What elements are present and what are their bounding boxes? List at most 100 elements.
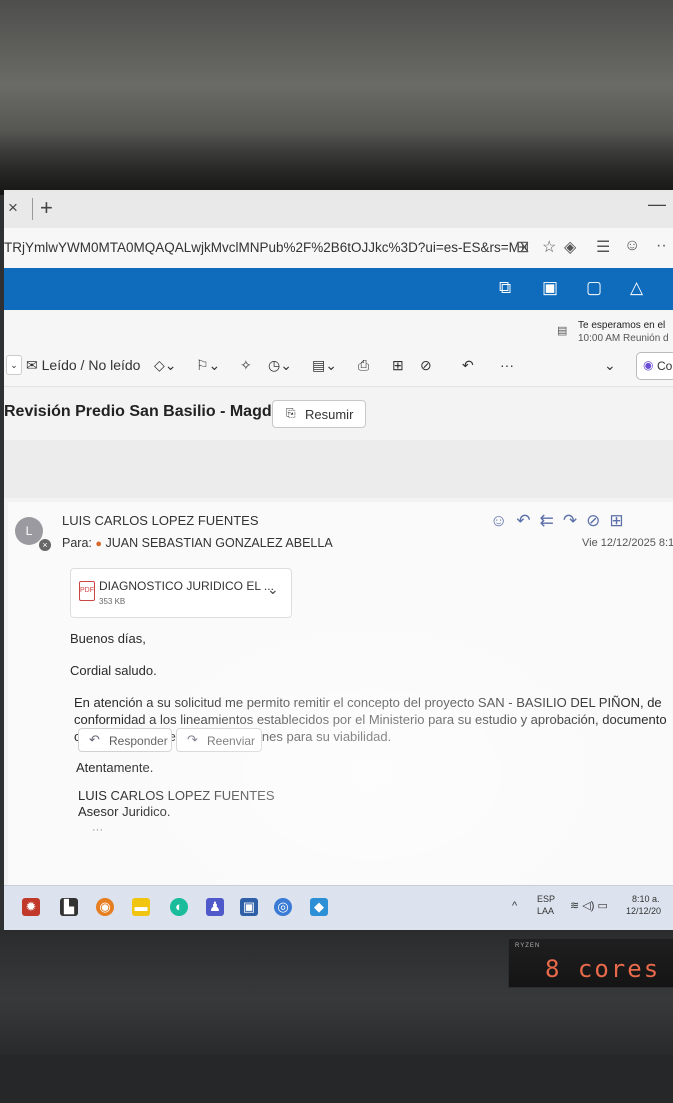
signature-title: Asesor Juridico. [78, 804, 171, 819]
print-icon[interactable]: ⎙ [358, 357, 369, 374]
read-unread-button[interactable]: ✉ Leído / No leído [26, 357, 140, 374]
attachment-name: DIAGNOSTICO JURIDICO EL ... [99, 579, 274, 593]
more-options-icon[interactable]: ··· [500, 357, 514, 373]
message-actions: ☺ ↶ ⇇ ↷ ⊘ ⊞ [490, 511, 633, 531]
tab-separator [32, 198, 33, 220]
address-bar[interactable]: TRjYmlwYWM0MTA0MQAQALwjkMvclMNPub%2F%2B6… [4, 228, 673, 269]
feedback-icon[interactable]: ▢ [586, 278, 602, 298]
reply-all-icon[interactable]: ⇇ [540, 511, 554, 530]
forward-arrow-icon: ↷ [187, 732, 198, 747]
summarize-label: Resumir [305, 407, 354, 422]
rules-icon[interactable]: ▤⌄ [312, 357, 337, 374]
reply-label: Responder [109, 734, 168, 748]
sender-name[interactable]: LUIS CARLOS LOPEZ FUENTES [62, 513, 259, 528]
taskbar-app-icon[interactable]: ✹ [22, 898, 40, 916]
attachment-chevron-down-icon[interactable]: ⌄ [267, 581, 279, 598]
badge-text: 8 cores [545, 955, 661, 983]
tab-close-icon[interactable]: × [8, 198, 18, 218]
clock-time[interactable]: 8:10 a. [632, 894, 660, 904]
view-dropdown-chevron-icon[interactable]: ⌄ [604, 357, 616, 374]
email-message-card: L × LUIS CARLOS LOPEZ FUENTES Para: ● JU… [8, 502, 673, 930]
reply-arrow-icon: ↶ [89, 732, 100, 747]
input-language-top[interactable]: ESP [537, 894, 555, 904]
forward-icon[interactable]: ↷ [563, 511, 577, 530]
recipient-name[interactable]: JUAN SEBASTIAN GONZALEZ ABELLA [106, 536, 333, 550]
event-title: Te esperamos en el [578, 320, 666, 331]
undo-icon[interactable]: ↶ [462, 357, 474, 374]
taskbar-store-icon[interactable]: ◆ [310, 898, 328, 916]
copilot-icon: ◉ [643, 358, 654, 372]
taskbar-teams-icon[interactable]: ♟ [206, 898, 224, 916]
attachment-card[interactable]: PDF DIAGNOSTICO JURIDICO EL ... 353 KB ⌄ [70, 568, 292, 618]
browser-tab-bar: × + — [4, 190, 673, 228]
windows-taskbar: ✹ ▙ ◉ ▬ ◐ ♟ ▣ ◎ ◆ ^ ESP LAA ≋ ◁) ▭ 8:10 … [4, 885, 673, 930]
addin-icon[interactable]: ⊘ [586, 511, 600, 530]
read-unread-label: Leído / No leído [41, 357, 141, 373]
signature-name: LUIS CARLOS LOPEZ FUENTES [78, 788, 275, 803]
categorize-tag-icon[interactable]: ◇⌄ [154, 357, 177, 374]
upcoming-event-notice[interactable]: ▤ Te esperamos en el 10:00 AM Reunión d [4, 310, 673, 346]
taskbar-copilot-icon[interactable]: ◉ [96, 898, 114, 916]
summarize-icon: ⎘ [286, 406, 296, 420]
email-subject: Revisión Predio San Basilio - Magdalena [4, 403, 313, 420]
laptop-screen: × + — TRjYmlwYWM0MTA0MQAQALwjkMvclMNPub%… [4, 190, 673, 930]
addin-icon[interactable]: ⊘ [420, 357, 432, 374]
attachment-size: 353 KB [99, 597, 126, 606]
new-tab-button[interactable]: + [40, 195, 53, 221]
apps-icon[interactable]: ⊞ [392, 357, 404, 374]
taskbar-outlook-icon[interactable]: ▣ [240, 898, 258, 916]
envelope-icon: ✉ [26, 357, 42, 373]
forward-button[interactable]: ↷ Reenviar [176, 728, 262, 752]
notifications-bell-icon[interactable]: △ [630, 278, 643, 298]
app-available-icon[interactable]: ⊞ [516, 237, 529, 257]
mail-toolbar: ⌄ ✉ Leído / No leído ◇⌄ ⚐⌄ ✧ ◷⌄ ▤⌄ ⎙ ⊞ ⊘… [4, 346, 673, 387]
show-hidden-icons-icon[interactable]: ^ [512, 900, 517, 912]
body-paragraph-line-1: En atención a su solicitud me permito re… [74, 695, 662, 710]
sender-avatar[interactable]: L [15, 517, 43, 545]
recipient-status-icon: ● [95, 538, 103, 550]
calendar-icon: ▤ [557, 325, 568, 337]
reply-icon[interactable]: ↶ [516, 511, 530, 530]
closing-text: Atentamente. [76, 760, 154, 775]
profile-icon[interactable]: ☺ [624, 237, 640, 255]
teams-chat-icon[interactable]: ⧉ [499, 278, 511, 298]
browser-menu-icon[interactable]: ·· [656, 237, 667, 255]
laptop-keyboard-deck [0, 1055, 673, 1103]
taskbar-folder-icon[interactable]: ▬ [132, 898, 150, 916]
salutation-text: Cordial saludo. [70, 663, 157, 678]
copilot-button[interactable]: ◉ Co [636, 352, 673, 380]
cpu-badge-sticker: RYZEN 8 cores [508, 938, 673, 988]
event-time: 10:00 AM Reunión d [578, 333, 669, 344]
summarize-button[interactable]: ⎘ Resumir [272, 400, 366, 428]
taskbar-edge-icon[interactable]: ◐ [170, 898, 188, 916]
flag-icon[interactable]: ⚐⌄ [196, 357, 220, 374]
toolbar-dropdown-chevron-icon[interactable]: ⌄ [6, 355, 22, 375]
clock-date[interactable]: 12/12/20 [626, 906, 661, 916]
body-paragraph-line-2: conformidad a los lineamientos estableci… [74, 712, 667, 727]
pin-icon[interactable]: ✧ [240, 357, 252, 374]
snooze-clock-icon[interactable]: ◷⌄ [268, 357, 292, 374]
extension-icon[interactable]: ◈ [564, 237, 576, 257]
taskbar-terminal-icon[interactable]: ▙ [60, 898, 78, 916]
favorite-star-icon[interactable]: ☆ [542, 237, 556, 257]
wifi-volume-battery-icon[interactable]: ≋ ◁) ▭ [570, 899, 608, 912]
url-text[interactable]: TRjYmlwYWM0MTA0MQAQALwjkMvclMNPub%2F%2B6… [4, 240, 529, 255]
presence-offline-icon: × [39, 539, 51, 551]
apps-icon[interactable]: ⊞ [609, 511, 623, 530]
reading-pane-spacer [4, 440, 673, 498]
show-quoted-text-button[interactable]: ··· [92, 822, 103, 839]
subject-row: Revisión Predio San Basilio - Magdalena … [4, 396, 673, 436]
pdf-file-icon: PDF [79, 581, 95, 601]
outlook-icon[interactable]: ▣ [542, 278, 558, 298]
input-language-bottom[interactable]: LAA [537, 906, 554, 916]
emoji-reaction-icon[interactable]: ☺ [490, 511, 507, 530]
recipient-line: Para: ● JUAN SEBASTIAN GONZALEZ ABELLA [62, 536, 333, 550]
reply-button[interactable]: ↶ Responder [78, 728, 172, 752]
message-date: Vie 12/12/2025 8:10 [582, 537, 673, 549]
badge-brand: RYZEN [515, 943, 541, 949]
taskbar-browser-icon[interactable]: ◎ [274, 898, 292, 916]
outlook-header-bar: ⧉ ▣ ▢ △ [4, 268, 673, 310]
minimize-button[interactable]: — [648, 194, 666, 215]
favorites-list-icon[interactable]: ☰ [596, 237, 610, 257]
copilot-label: Co [657, 359, 673, 373]
